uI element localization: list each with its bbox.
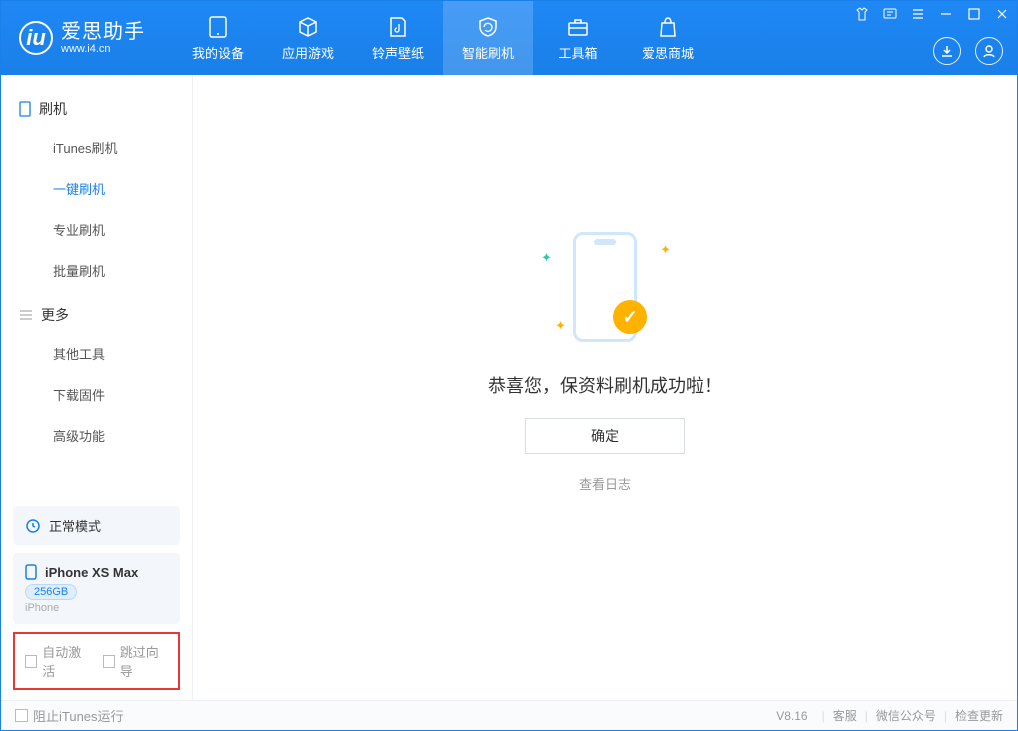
header-bar: iu 爱思助手 www.i4.cn 我的设备 应用游戏 铃声壁纸 智能刷机 [1, 1, 1017, 75]
nav-tab-label: 爱思商城 [642, 43, 694, 62]
sidebar-item-advanced[interactable]: 高级功能 [1, 415, 192, 456]
success-message: 恭喜您，保资料刷机成功啦！ [488, 372, 722, 398]
device-icon [206, 15, 230, 39]
mode-label: 正常模式 [49, 516, 101, 535]
sidebar-group-title: 刷机 [39, 99, 67, 119]
music-file-icon [386, 15, 410, 39]
shirt-icon[interactable] [853, 5, 871, 23]
sidebar-group-title: 更多 [41, 305, 69, 325]
logo-block: iu 爱思助手 www.i4.cn [1, 21, 163, 55]
download-button[interactable] [933, 37, 961, 65]
nav-tab-my-device[interactable]: 我的设备 [173, 1, 263, 75]
user-account-button[interactable] [975, 37, 1003, 65]
header-right-actions [933, 37, 1003, 65]
checkbox-icon [25, 655, 37, 668]
shield-refresh-icon [476, 15, 500, 39]
body: 刷机 iTunes刷机 一键刷机 专业刷机 批量刷机 更多 其他工具 下载固件 … [1, 75, 1017, 700]
mode-card[interactable]: 正常模式 [13, 506, 180, 545]
sidebar-item-other-tools[interactable]: 其他工具 [1, 333, 192, 374]
sidebar-group-more: 更多 [1, 291, 192, 333]
maximize-button[interactable] [965, 5, 983, 23]
device-name: iPhone XS Max [45, 565, 138, 580]
feedback-icon[interactable] [881, 5, 899, 23]
minimize-button[interactable] [937, 5, 955, 23]
checkbox-icon [103, 655, 115, 668]
nav-tab-label: 我的设备 [192, 43, 244, 62]
sidebar-item-download-firmware[interactable]: 下载固件 [1, 374, 192, 415]
success-illustration: ✦ ✦ ✦ ✓ [525, 222, 685, 352]
checkbox-label: 跳过向导 [120, 642, 168, 680]
device-card[interactable]: iPhone XS Max 256GB iPhone [13, 553, 180, 624]
check-update-link[interactable]: 检查更新 [955, 707, 1003, 724]
content-area: ✦ ✦ ✦ ✓ 恭喜您，保资料刷机成功啦！ 确定 查看日志 [193, 75, 1017, 700]
reboot-icon [25, 518, 41, 534]
list-icon [19, 309, 33, 321]
sidebar-group-flash: 刷机 [1, 85, 192, 127]
phone-icon [25, 564, 37, 580]
sparkle-icon: ✦ [660, 242, 671, 258]
capacity-badge: 256GB [25, 584, 77, 600]
window-controls [853, 5, 1011, 23]
device-type: iPhone [25, 602, 168, 614]
sidebar-scroll: 刷机 iTunes刷机 一键刷机 专业刷机 批量刷机 更多 其他工具 下载固件 … [1, 75, 192, 488]
nav-tab-apps-games[interactable]: 应用游戏 [263, 1, 353, 75]
sidebar-bottom: 正常模式 iPhone XS Max 256GB iPhone 自动激活 [1, 488, 192, 700]
bag-icon [656, 15, 680, 39]
options-highlight: 自动激活 跳过向导 [13, 632, 180, 690]
footer-bar: 阻止iTunes运行 V8.16 | 客服 | 微信公众号 | 检查更新 [1, 700, 1017, 730]
brand-text: 爱思助手 www.i4.cn [61, 21, 145, 55]
wechat-link[interactable]: 微信公众号 [876, 707, 936, 724]
sparkle-icon: ✦ [555, 318, 566, 334]
nav-tab-label: 智能刷机 [462, 43, 514, 62]
device-small-icon [19, 101, 31, 117]
sidebar-item-pro-flash[interactable]: 专业刷机 [1, 209, 192, 250]
brand-name: 爱思助手 [61, 21, 145, 43]
nav-tab-toolbox[interactable]: 工具箱 [533, 1, 623, 75]
checkbox-label: 阻止iTunes运行 [33, 706, 124, 725]
nav-tab-ring-wallpaper[interactable]: 铃声壁纸 [353, 1, 443, 75]
support-link[interactable]: 客服 [833, 707, 857, 724]
nav-tab-store[interactable]: 爱思商城 [623, 1, 713, 75]
footer-left: 阻止iTunes运行 [15, 706, 124, 725]
sidebar-item-batch-flash[interactable]: 批量刷机 [1, 250, 192, 291]
cube-icon [296, 15, 320, 39]
sidebar-item-onekey-flash[interactable]: 一键刷机 [1, 168, 192, 209]
sparkle-icon: ✦ [541, 250, 552, 266]
checkbox-block-itunes[interactable]: 阻止iTunes运行 [15, 706, 124, 725]
checkbox-label: 自动激活 [42, 642, 90, 680]
nav-tab-smart-flash[interactable]: 智能刷机 [443, 1, 533, 75]
ok-button[interactable]: 确定 [525, 418, 685, 454]
version-label: V8.16 [776, 709, 807, 723]
nav-tab-label: 应用游戏 [282, 43, 334, 62]
nav-tabs: 我的设备 应用游戏 铃声壁纸 智能刷机 工具箱 爱思商城 [173, 1, 713, 75]
nav-tab-label: 铃声壁纸 [372, 43, 424, 62]
footer-right: V8.16 | 客服 | 微信公众号 | 检查更新 [776, 707, 1003, 724]
checkbox-auto-activate[interactable]: 自动激活 [25, 642, 91, 680]
checkbox-skip-wizard[interactable]: 跳过向导 [103, 642, 169, 680]
brand-url: www.i4.cn [61, 43, 145, 55]
menu-icon[interactable] [909, 5, 927, 23]
close-button[interactable] [993, 5, 1011, 23]
logo-icon: iu [19, 21, 53, 55]
check-badge-icon: ✓ [613, 300, 647, 334]
sidebar-item-itunes-flash[interactable]: iTunes刷机 [1, 127, 192, 168]
toolbox-icon [566, 15, 590, 39]
sidebar: 刷机 iTunes刷机 一键刷机 专业刷机 批量刷机 更多 其他工具 下载固件 … [1, 75, 193, 700]
checkbox-icon [15, 709, 28, 722]
view-log-link[interactable]: 查看日志 [579, 474, 631, 493]
app-window: iu 爱思助手 www.i4.cn 我的设备 应用游戏 铃声壁纸 智能刷机 [0, 0, 1018, 731]
nav-tab-label: 工具箱 [558, 43, 597, 62]
